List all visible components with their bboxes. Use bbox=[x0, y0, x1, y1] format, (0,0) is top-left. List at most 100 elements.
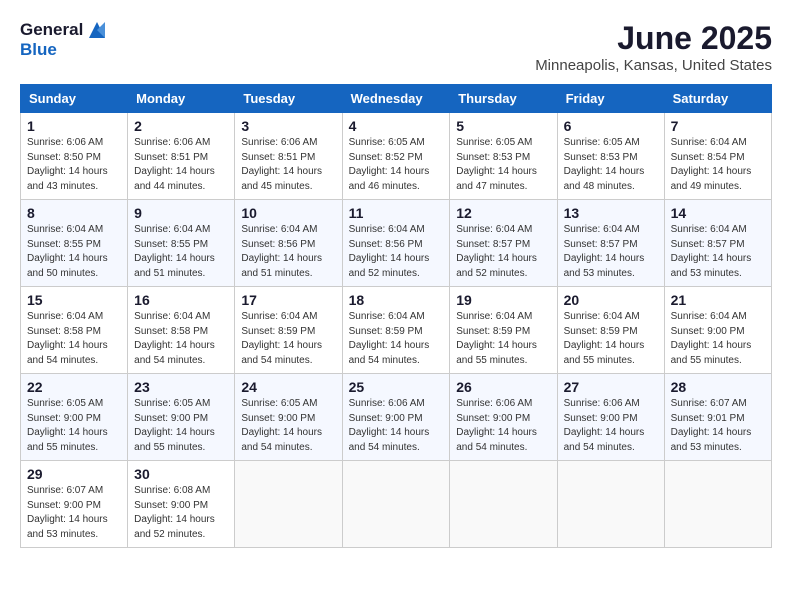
day-number: 16 bbox=[134, 292, 228, 308]
calendar-week-row: 22 Sunrise: 6:05 AM Sunset: 9:00 PM Dayl… bbox=[21, 374, 772, 461]
calendar-day-cell: 15 Sunrise: 6:04 AM Sunset: 8:58 PM Dayl… bbox=[21, 287, 128, 374]
page-header: General Blue June 2025 Minneapolis, Kans… bbox=[20, 20, 772, 74]
day-info: Sunrise: 6:04 AM Sunset: 8:54 PM Dayligh… bbox=[671, 136, 765, 194]
day-info: Sunrise: 6:08 AM Sunset: 9:00 PM Dayligh… bbox=[134, 484, 228, 542]
calendar-day-cell: 8 Sunrise: 6:04 AM Sunset: 8:55 PM Dayli… bbox=[21, 200, 128, 287]
day-number: 19 bbox=[456, 292, 550, 308]
day-number: 25 bbox=[349, 379, 444, 395]
calendar-day-cell: 29 Sunrise: 6:07 AM Sunset: 9:00 PM Dayl… bbox=[21, 461, 128, 548]
calendar-day-cell: 1 Sunrise: 6:06 AM Sunset: 8:50 PM Dayli… bbox=[21, 113, 128, 200]
day-info: Sunrise: 6:04 AM Sunset: 8:58 PM Dayligh… bbox=[27, 310, 121, 368]
calendar-day-cell bbox=[342, 461, 450, 548]
day-info: Sunrise: 6:04 AM Sunset: 8:57 PM Dayligh… bbox=[456, 223, 550, 281]
calendar-week-row: 29 Sunrise: 6:07 AM Sunset: 9:00 PM Dayl… bbox=[21, 461, 772, 548]
weekday-header: Wednesday bbox=[342, 85, 450, 113]
calendar-day-cell: 17 Sunrise: 6:04 AM Sunset: 8:59 PM Dayl… bbox=[235, 287, 342, 374]
day-number: 21 bbox=[671, 292, 765, 308]
day-info: Sunrise: 6:05 AM Sunset: 9:00 PM Dayligh… bbox=[134, 397, 228, 455]
calendar-header-row: SundayMondayTuesdayWednesdayThursdayFrid… bbox=[21, 85, 772, 113]
day-number: 20 bbox=[564, 292, 658, 308]
day-number: 8 bbox=[27, 205, 121, 221]
calendar-day-cell: 3 Sunrise: 6:06 AM Sunset: 8:51 PM Dayli… bbox=[235, 113, 342, 200]
day-info: Sunrise: 6:05 AM Sunset: 8:52 PM Dayligh… bbox=[349, 136, 444, 194]
day-info: Sunrise: 6:05 AM Sunset: 8:53 PM Dayligh… bbox=[456, 136, 550, 194]
day-info: Sunrise: 6:04 AM Sunset: 9:00 PM Dayligh… bbox=[671, 310, 765, 368]
calendar-day-cell: 12 Sunrise: 6:04 AM Sunset: 8:57 PM Dayl… bbox=[450, 200, 557, 287]
logo-blue-text: Blue bbox=[20, 40, 57, 59]
calendar-day-cell: 30 Sunrise: 6:08 AM Sunset: 9:00 PM Dayl… bbox=[128, 461, 235, 548]
calendar-day-cell: 25 Sunrise: 6:06 AM Sunset: 9:00 PM Dayl… bbox=[342, 374, 450, 461]
logo-icon bbox=[85, 20, 109, 40]
day-info: Sunrise: 6:05 AM Sunset: 8:53 PM Dayligh… bbox=[564, 136, 658, 194]
calendar-day-cell: 13 Sunrise: 6:04 AM Sunset: 8:57 PM Dayl… bbox=[557, 200, 664, 287]
day-number: 7 bbox=[671, 118, 765, 134]
day-number: 17 bbox=[241, 292, 335, 308]
day-number: 14 bbox=[671, 205, 765, 221]
calendar-week-row: 1 Sunrise: 6:06 AM Sunset: 8:50 PM Dayli… bbox=[21, 113, 772, 200]
logo: General Blue bbox=[20, 20, 111, 60]
title-area: June 2025 Minneapolis, Kansas, United St… bbox=[535, 20, 772, 74]
day-number: 6 bbox=[564, 118, 658, 134]
day-number: 9 bbox=[134, 205, 228, 221]
calendar-day-cell bbox=[235, 461, 342, 548]
day-number: 28 bbox=[671, 379, 765, 395]
calendar-day-cell: 14 Sunrise: 6:04 AM Sunset: 8:57 PM Dayl… bbox=[664, 200, 771, 287]
day-info: Sunrise: 6:06 AM Sunset: 9:00 PM Dayligh… bbox=[456, 397, 550, 455]
day-number: 11 bbox=[349, 205, 444, 221]
day-info: Sunrise: 6:06 AM Sunset: 8:50 PM Dayligh… bbox=[27, 136, 121, 194]
day-number: 3 bbox=[241, 118, 335, 134]
day-number: 22 bbox=[27, 379, 121, 395]
location-title: Minneapolis, Kansas, United States bbox=[535, 57, 772, 74]
calendar-day-cell: 2 Sunrise: 6:06 AM Sunset: 8:51 PM Dayli… bbox=[128, 113, 235, 200]
weekday-header: Tuesday bbox=[235, 85, 342, 113]
calendar-day-cell: 19 Sunrise: 6:04 AM Sunset: 8:59 PM Dayl… bbox=[450, 287, 557, 374]
day-info: Sunrise: 6:07 AM Sunset: 9:00 PM Dayligh… bbox=[27, 484, 121, 542]
day-number: 27 bbox=[564, 379, 658, 395]
calendar-day-cell: 23 Sunrise: 6:05 AM Sunset: 9:00 PM Dayl… bbox=[128, 374, 235, 461]
calendar-week-row: 8 Sunrise: 6:04 AM Sunset: 8:55 PM Dayli… bbox=[21, 200, 772, 287]
day-info: Sunrise: 6:04 AM Sunset: 8:56 PM Dayligh… bbox=[349, 223, 444, 281]
calendar-week-row: 15 Sunrise: 6:04 AM Sunset: 8:58 PM Dayl… bbox=[21, 287, 772, 374]
weekday-header: Sunday bbox=[21, 85, 128, 113]
calendar-day-cell: 11 Sunrise: 6:04 AM Sunset: 8:56 PM Dayl… bbox=[342, 200, 450, 287]
calendar-day-cell bbox=[557, 461, 664, 548]
day-number: 18 bbox=[349, 292, 444, 308]
day-number: 10 bbox=[241, 205, 335, 221]
day-number: 2 bbox=[134, 118, 228, 134]
calendar-day-cell: 7 Sunrise: 6:04 AM Sunset: 8:54 PM Dayli… bbox=[664, 113, 771, 200]
day-info: Sunrise: 6:04 AM Sunset: 8:59 PM Dayligh… bbox=[241, 310, 335, 368]
calendar-day-cell: 4 Sunrise: 6:05 AM Sunset: 8:52 PM Dayli… bbox=[342, 113, 450, 200]
weekday-header: Thursday bbox=[450, 85, 557, 113]
calendar-day-cell bbox=[450, 461, 557, 548]
day-info: Sunrise: 6:06 AM Sunset: 9:00 PM Dayligh… bbox=[564, 397, 658, 455]
day-number: 30 bbox=[134, 466, 228, 482]
calendar-day-cell: 6 Sunrise: 6:05 AM Sunset: 8:53 PM Dayli… bbox=[557, 113, 664, 200]
weekday-header: Friday bbox=[557, 85, 664, 113]
day-info: Sunrise: 6:04 AM Sunset: 8:55 PM Dayligh… bbox=[27, 223, 121, 281]
day-info: Sunrise: 6:07 AM Sunset: 9:01 PM Dayligh… bbox=[671, 397, 765, 455]
calendar-day-cell: 18 Sunrise: 6:04 AM Sunset: 8:59 PM Dayl… bbox=[342, 287, 450, 374]
calendar-day-cell: 20 Sunrise: 6:04 AM Sunset: 8:59 PM Dayl… bbox=[557, 287, 664, 374]
day-info: Sunrise: 6:04 AM Sunset: 8:59 PM Dayligh… bbox=[456, 310, 550, 368]
weekday-header: Monday bbox=[128, 85, 235, 113]
logo-general-text: General bbox=[20, 20, 83, 40]
day-number: 15 bbox=[27, 292, 121, 308]
calendar-day-cell: 21 Sunrise: 6:04 AM Sunset: 9:00 PM Dayl… bbox=[664, 287, 771, 374]
calendar-day-cell: 26 Sunrise: 6:06 AM Sunset: 9:00 PM Dayl… bbox=[450, 374, 557, 461]
day-info: Sunrise: 6:04 AM Sunset: 8:58 PM Dayligh… bbox=[134, 310, 228, 368]
calendar-day-cell: 16 Sunrise: 6:04 AM Sunset: 8:58 PM Dayl… bbox=[128, 287, 235, 374]
calendar-day-cell: 24 Sunrise: 6:05 AM Sunset: 9:00 PM Dayl… bbox=[235, 374, 342, 461]
day-info: Sunrise: 6:04 AM Sunset: 8:59 PM Dayligh… bbox=[349, 310, 444, 368]
day-number: 24 bbox=[241, 379, 335, 395]
calendar-day-cell: 9 Sunrise: 6:04 AM Sunset: 8:55 PM Dayli… bbox=[128, 200, 235, 287]
calendar-day-cell: 27 Sunrise: 6:06 AM Sunset: 9:00 PM Dayl… bbox=[557, 374, 664, 461]
day-number: 29 bbox=[27, 466, 121, 482]
day-number: 4 bbox=[349, 118, 444, 134]
calendar-day-cell bbox=[664, 461, 771, 548]
day-number: 13 bbox=[564, 205, 658, 221]
weekday-header: Saturday bbox=[664, 85, 771, 113]
day-info: Sunrise: 6:05 AM Sunset: 9:00 PM Dayligh… bbox=[27, 397, 121, 455]
day-number: 26 bbox=[456, 379, 550, 395]
day-info: Sunrise: 6:06 AM Sunset: 9:00 PM Dayligh… bbox=[349, 397, 444, 455]
calendar-day-cell: 10 Sunrise: 6:04 AM Sunset: 8:56 PM Dayl… bbox=[235, 200, 342, 287]
